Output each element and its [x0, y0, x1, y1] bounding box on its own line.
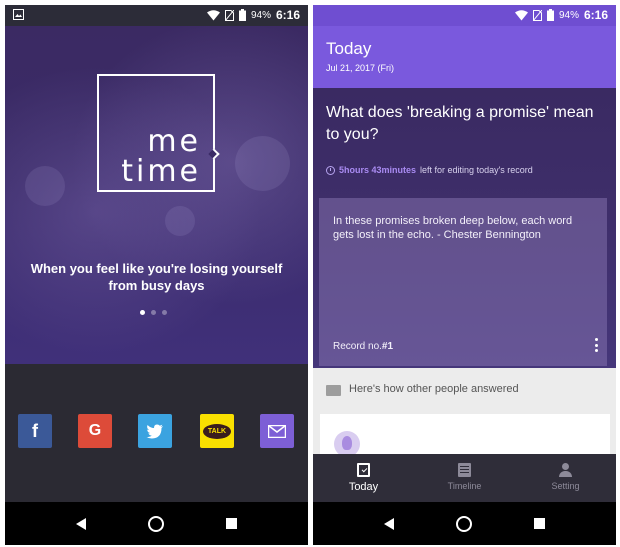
- kakaotalk-icon: TALK: [202, 423, 232, 439]
- record-text: In these promises broken deep below, eac…: [333, 215, 573, 241]
- tagline-line-2: from busy days: [108, 278, 205, 293]
- question-card: What does 'breaking a promise' mean to y…: [313, 88, 616, 368]
- recents-icon[interactable]: [534, 518, 545, 529]
- kakaotalk-login-button[interactable]: TALK: [200, 414, 234, 448]
- bokeh-light: [25, 166, 65, 206]
- logo-notch: [208, 148, 220, 160]
- twitter-login-button[interactable]: [138, 414, 172, 448]
- page-dot: [151, 310, 156, 315]
- twitter-icon: [146, 424, 164, 439]
- clock-icon: [326, 165, 335, 175]
- email-icon: [268, 424, 286, 438]
- no-sim-icon: [532, 9, 542, 21]
- status-time: 6:16: [583, 8, 608, 22]
- record-number: Record no.#1: [333, 341, 393, 352]
- tab-setting[interactable]: Setting: [515, 454, 616, 502]
- timeline-icon: [458, 463, 471, 477]
- tab-today-label: Today: [348, 481, 379, 493]
- status-bar: 94% 6:16: [313, 5, 616, 26]
- android-nav-bar: [5, 502, 308, 545]
- today-screen: 94% 6:16 Today Jul 21, 2017 (Fri) What d…: [313, 5, 616, 545]
- person-icon: [559, 463, 572, 477]
- back-icon[interactable]: [76, 517, 86, 530]
- more-vert-icon[interactable]: [594, 338, 598, 352]
- battery-icon: [546, 9, 554, 21]
- logo-text-time: time: [121, 154, 201, 189]
- google-icon: G: [88, 422, 102, 439]
- wifi-icon: [206, 9, 220, 21]
- bokeh-light: [165, 206, 195, 236]
- app-header: Today Jul 21, 2017 (Fri): [313, 26, 616, 88]
- onboarding-screen: 94% 6:16 me time When you feel like you'…: [5, 5, 308, 545]
- battery-icon: [238, 9, 246, 21]
- edit-timer: 5hours 43minutes left for editing today'…: [326, 165, 533, 175]
- metime-logo: me time: [97, 74, 220, 192]
- home-icon[interactable]: [456, 515, 472, 532]
- facebook-icon: f: [32, 420, 38, 441]
- android-nav-bar: [313, 502, 616, 545]
- image-notification-icon: [13, 9, 24, 20]
- recents-icon[interactable]: [226, 518, 237, 529]
- status-bar: 94% 6:16: [5, 5, 308, 26]
- daily-question: What does 'breaking a promise' mean to y…: [326, 104, 594, 143]
- bokeh-light: [235, 136, 290, 191]
- wifi-icon: [514, 9, 528, 21]
- facebook-login-button[interactable]: f: [18, 414, 52, 448]
- record-number-value: #1: [381, 341, 394, 352]
- back-icon[interactable]: [384, 517, 394, 530]
- hero-background[interactable]: me time When you feel like you're losing…: [5, 26, 308, 364]
- tab-timeline-label: Timeline: [447, 481, 482, 491]
- google-login-button[interactable]: G: [78, 414, 112, 448]
- timer-suffix: left for editing today's record: [420, 165, 533, 175]
- page-indicator: [140, 310, 167, 315]
- tab-timeline[interactable]: Timeline: [414, 454, 515, 502]
- page-dot-active: [140, 310, 145, 315]
- social-login-area: f G TALK: [5, 364, 308, 502]
- page-title: Today: [326, 39, 372, 58]
- tagline: When you feel like you're losing yoursel…: [5, 260, 308, 294]
- calendar-check-icon: [357, 463, 370, 477]
- battery-percent: 94%: [558, 9, 579, 21]
- email-login-button[interactable]: [260, 414, 294, 448]
- others-answers-label: Here's how other people answered: [349, 383, 519, 395]
- record-card[interactable]: In these promises broken deep below, eac…: [319, 198, 607, 366]
- tagline-line-1: When you feel like you're losing yoursel…: [30, 261, 283, 276]
- status-time: 6:16: [275, 8, 300, 22]
- answers-icon: [326, 385, 341, 396]
- timer-value: 5hours 43minutes: [339, 165, 417, 175]
- battery-percent: 94%: [250, 9, 271, 21]
- page-dot: [162, 310, 167, 315]
- page-date: Jul 21, 2017 (Fri): [326, 63, 395, 73]
- tab-today[interactable]: Today: [313, 454, 414, 502]
- bottom-tab-bar: Today Timeline Setting: [313, 454, 616, 502]
- others-answers-header[interactable]: Here's how other people answered: [313, 368, 616, 412]
- record-number-label: Record no.: [333, 341, 382, 352]
- home-icon[interactable]: [148, 515, 164, 532]
- no-sim-icon: [224, 9, 234, 21]
- tab-setting-label: Setting: [551, 481, 580, 491]
